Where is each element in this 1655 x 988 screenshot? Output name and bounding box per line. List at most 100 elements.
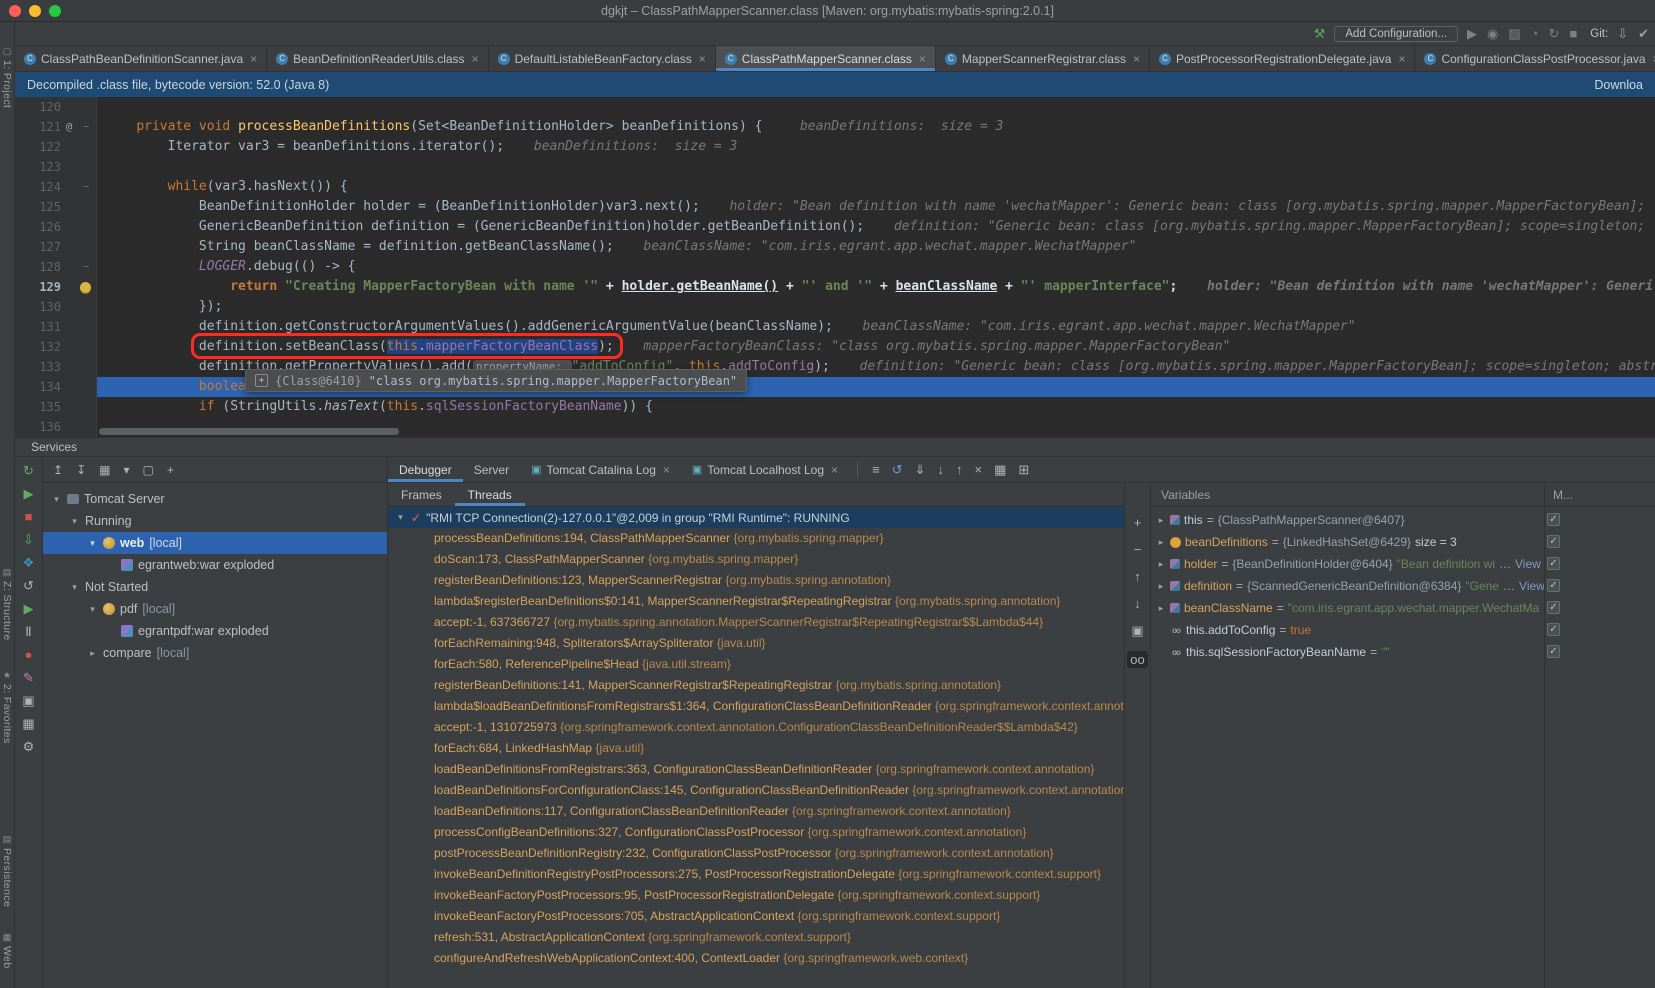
code-line[interactable]: definition.setBeanClass(this.mapperFacto… — [97, 337, 1655, 357]
resume-icon[interactable]: ▶ — [24, 602, 34, 616]
line-number[interactable]: 132 — [15, 337, 61, 357]
line-number[interactable]: 126 — [15, 217, 61, 237]
stack-frame-row[interactable]: accept:-1, 637366727 {org.mybatis.spring… — [388, 612, 1124, 633]
view-link[interactable]: View — [1519, 579, 1544, 593]
commit-icon[interactable]: ✔ — [1638, 27, 1649, 41]
layout-icon[interactable]: ▦ — [22, 717, 34, 731]
edit-configuration-icon[interactable]: ✎ — [23, 671, 34, 685]
stop-icon[interactable]: ■ — [1569, 27, 1577, 41]
code-line[interactable]: }); — [97, 297, 1655, 317]
code-line[interactable]: GenericBeanDefinition definition = (Gene… — [97, 217, 1655, 237]
log-tab[interactable]: ▣Tomcat Localhost Log× — [681, 457, 849, 482]
stack-frame-row[interactable]: forEach:684, LinkedHashMap {java.util} — [388, 738, 1124, 759]
line-number[interactable]: 121 — [15, 117, 61, 137]
add-service-icon[interactable]: + — [167, 463, 174, 477]
expand-value-icon[interactable]: + — [255, 374, 268, 387]
fold-marker-icon[interactable] — [77, 297, 95, 317]
services-tree-item[interactable]: ▾pdf [local] — [43, 598, 387, 620]
horizontal-scrollbar[interactable] — [99, 428, 399, 435]
code-editor[interactable]: 120121@− private void processBeanDefinit… — [15, 97, 1655, 437]
fold-marker-icon[interactable] — [77, 377, 95, 397]
editor-tab[interactable]: CClassPathBeanDefinitionScanner.java× — [15, 46, 267, 71]
import-icon[interactable]: ↓ — [937, 462, 944, 477]
thread-row[interactable]: ▾✓"RMI TCP Connection(2)-127.0.0.1"@2,00… — [388, 507, 1124, 528]
move-watch-down-icon[interactable]: ↓ — [1134, 596, 1141, 611]
variable-row[interactable]: ▸definition = {ScannedGenericBeanDefinit… — [1151, 575, 1544, 597]
expand-chevron-icon[interactable]: ▸ — [1156, 581, 1166, 592]
line-number[interactable]: 120 — [15, 97, 61, 117]
view-link[interactable]: View — [1515, 557, 1541, 571]
tab-debugger[interactable]: Debugger — [388, 457, 463, 482]
run-server-icon[interactable]: ▶ — [24, 487, 34, 501]
deploy-icon[interactable]: ⇩ — [23, 533, 34, 547]
stack-frame-row[interactable]: invokeBeanDefinitionRegistryPostProcesso… — [388, 864, 1124, 885]
toolwindow-structure[interactable]: ▤Z: Structure — [0, 567, 14, 641]
services-icon[interactable]: ❖ — [23, 556, 35, 570]
line-number[interactable]: 129 — [15, 277, 61, 297]
editor-tab[interactable]: CPostProcessorRegistrationDelegate.java× — [1150, 46, 1415, 71]
fold-marker-icon[interactable] — [77, 197, 95, 217]
expand-chevron-icon[interactable]: ▸ — [1156, 515, 1166, 526]
line-number[interactable]: 125 — [15, 197, 61, 217]
thread-chevron-icon[interactable]: ▾ — [395, 512, 406, 523]
code-line[interactable]: LOGGER.debug(() -> { — [97, 257, 1655, 277]
line-number[interactable]: 131 — [15, 317, 61, 337]
wrench-icon[interactable]: ⚒ — [1314, 27, 1326, 41]
fold-marker-icon[interactable]: − — [77, 117, 95, 137]
expand-all-icon[interactable]: ↧ — [76, 463, 86, 477]
coverage-icon[interactable]: ▨ — [1508, 27, 1520, 41]
refresh-icon[interactable]: ↺ — [23, 579, 34, 593]
tree-chevron-icon[interactable]: ▾ — [69, 516, 80, 527]
profiler-icon[interactable]: ◔ — [1531, 27, 1539, 41]
stack-frame-row[interactable]: forEachRemaining:948, Spliterators$Array… — [388, 633, 1124, 654]
services-tree-item[interactable]: ▾Tomcat Server — [43, 488, 387, 510]
close-tab-icon[interactable]: × — [472, 52, 479, 66]
expand-chevron-icon[interactable]: ▸ — [1156, 537, 1166, 548]
fold-marker-icon[interactable] — [77, 397, 95, 417]
stop-process-icon[interactable]: ● — [25, 648, 33, 662]
settings-icon[interactable]: ⚙ — [23, 740, 35, 754]
stack-frame-row[interactable]: registerBeanDefinitions:141, MapperScann… — [388, 675, 1124, 696]
copy-value-icon[interactable]: ▣ — [1131, 623, 1143, 639]
services-tree-item[interactable]: ▾Not Started — [43, 576, 387, 598]
stack-frame-row[interactable]: lambda$registerBeanDefinitions$0:141, Ma… — [388, 591, 1124, 612]
code-line[interactable]: if (StringUtils.hasText(this.sqlSessionF… — [97, 397, 1655, 417]
tree-chevron-icon[interactable]: ▾ — [51, 494, 62, 505]
code-line[interactable] — [97, 97, 1655, 117]
stack-frame-row[interactable]: forEach:580, ReferencePipeline$Head {jav… — [388, 654, 1124, 675]
stack-frame-row[interactable]: loadBeanDefinitionsFromRegistrars:363, C… — [388, 759, 1124, 780]
enabled-checkbox[interactable]: ✓ — [1547, 557, 1560, 570]
pause-icon[interactable]: Ⅱ — [25, 625, 31, 639]
variable-row[interactable]: oothis.sqlSessionFactoryBeanName = "" — [1151, 641, 1544, 663]
stack-frame-row[interactable]: invokeBeanFactoryPostProcessors:705, Abs… — [388, 906, 1124, 927]
fold-marker-icon[interactable] — [77, 97, 95, 117]
close-tab-icon[interactable]: × — [663, 463, 670, 477]
rerun-icon[interactable]: ↻ — [1549, 27, 1560, 41]
toolwindow-favorites[interactable]: ★2: Favorites — [0, 670, 14, 744]
line-number[interactable]: 134 — [15, 377, 61, 397]
stack-frame-row[interactable]: invokeBeanFactoryPostProcessors:95, Post… — [388, 885, 1124, 906]
view-options-icon[interactable]: ▢ — [143, 463, 154, 477]
services-tree-item[interactable]: egrantweb:war exploded — [43, 554, 387, 576]
run-icon[interactable]: ▶ — [1467, 27, 1477, 41]
code-line[interactable]: while(var3.hasNext()) { — [97, 177, 1655, 197]
close-tab-icon[interactable]: × — [1398, 52, 1405, 66]
close-tab-icon[interactable]: × — [699, 52, 706, 66]
fold-marker-icon[interactable] — [77, 417, 95, 437]
stack-frame-row[interactable]: configureAndRefreshWebApplicationContext… — [388, 948, 1124, 969]
code-line[interactable]: return "Creating MapperFactoryBean with … — [97, 277, 1655, 297]
variable-row[interactable]: oothis.addToConfig = true — [1151, 619, 1544, 641]
tab-frames[interactable]: Frames — [388, 483, 455, 506]
close-tab-icon[interactable]: × — [250, 52, 257, 66]
fold-marker-icon[interactable] — [77, 217, 95, 237]
code-line[interactable]: definition.getConstructorArgumentValues(… — [97, 317, 1655, 337]
stack-frame-row[interactable]: doScan:173, ClassPathMapperScanner {org.… — [388, 549, 1124, 570]
export-icon[interactable]: ↑ — [956, 462, 963, 477]
remove-watch-icon[interactable]: − — [1134, 542, 1142, 557]
enabled-checkbox[interactable]: ✓ — [1547, 623, 1560, 636]
stack-frame-row[interactable]: refresh:531, AbstractApplicationContext … — [388, 927, 1124, 948]
editor-tab[interactable]: CBeanDefinitionReaderUtils.class× — [267, 46, 488, 71]
stack-frame-row[interactable]: loadBeanDefinitions:117, ConfigurationCl… — [388, 801, 1124, 822]
line-number[interactable]: 123 — [15, 157, 61, 177]
services-tree-item[interactable]: ▾web [local] — [43, 532, 387, 554]
